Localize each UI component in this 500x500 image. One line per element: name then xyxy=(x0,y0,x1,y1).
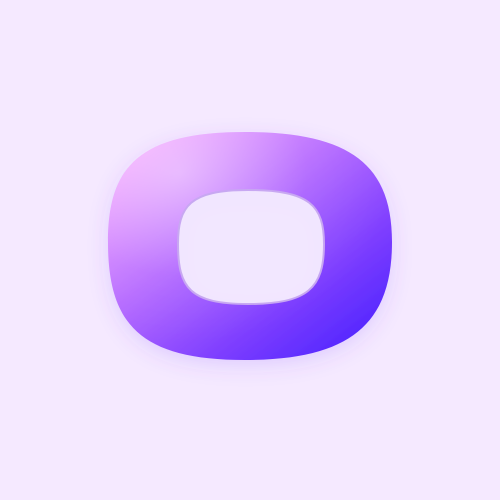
ring-hole xyxy=(176,188,326,306)
app-icon-canvas xyxy=(0,0,500,500)
squircle-ring-icon xyxy=(108,132,392,360)
